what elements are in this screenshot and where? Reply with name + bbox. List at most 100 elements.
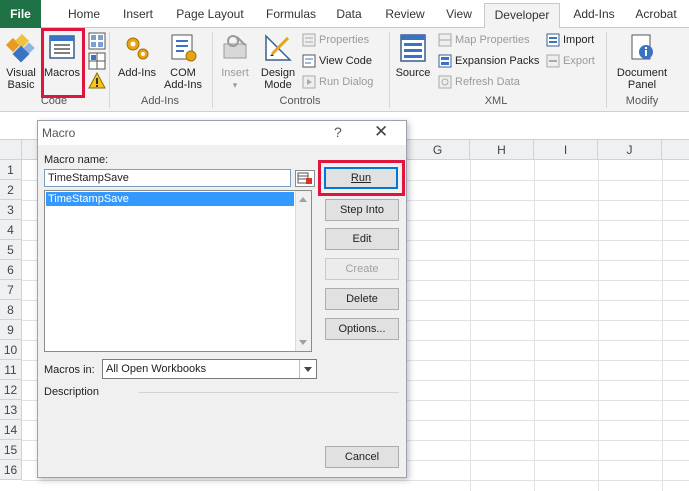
com-add-ins-label-2: Add-Ins <box>164 79 202 91</box>
row-header-12[interactable]: 12 <box>0 380 22 400</box>
row-header-16[interactable]: 16 <box>0 460 22 480</box>
macro-list-item[interactable]: TimeStampSave <box>46 192 294 206</box>
tab-view[interactable]: View <box>440 0 478 28</box>
help-icon[interactable]: ? <box>334 124 342 140</box>
scroll-down-icon[interactable] <box>299 340 307 345</box>
row-header-8[interactable]: 8 <box>0 300 22 320</box>
collapse-dialog-icon[interactable] <box>295 170 315 187</box>
map-properties-icon <box>438 33 452 47</box>
description-label: Description <box>44 386 100 398</box>
tab-acrobat[interactable]: Acrobat <box>628 0 684 28</box>
macro-name-input[interactable]: TimeStampSave <box>44 169 291 187</box>
row-header-14[interactable]: 14 <box>0 420 22 440</box>
options-button[interactable]: Options... <box>325 318 399 340</box>
tab-insert[interactable]: Insert <box>114 0 162 28</box>
cancel-button[interactable]: Cancel <box>325 446 399 468</box>
grid-line <box>534 160 535 491</box>
insert-control-button[interactable]: Insert ▾ <box>214 32 256 91</box>
macros-highlight <box>41 28 85 98</box>
gear-icon <box>126 37 149 60</box>
chevron-down-icon[interactable] <box>299 360 316 378</box>
dialog-title-bar[interactable]: Macro ? ✕ <box>38 121 406 145</box>
run-dialog-button[interactable]: Run Dialog <box>302 73 373 91</box>
column-header-g[interactable]: G <box>406 140 470 160</box>
tab-file[interactable]: File <box>0 0 41 28</box>
macro-dialog: Macro ? ✕ Macro name: TimeStampSave Time… <box>37 120 407 478</box>
tab-developer[interactable]: Developer <box>484 3 560 29</box>
refresh-data-button[interactable]: Refresh Data <box>438 73 520 91</box>
design-mode-label-1: Design <box>260 67 296 79</box>
row-header-13[interactable]: 13 <box>0 400 22 420</box>
row-header-15[interactable]: 15 <box>0 440 22 460</box>
com-add-ins-label-1: COM <box>170 67 196 79</box>
row-header-5[interactable]: 5 <box>0 240 22 260</box>
tab-home[interactable]: Home <box>60 0 108 28</box>
row-header-4[interactable]: 4 <box>0 220 22 240</box>
visual-basic-label-2: Basic <box>7 79 35 91</box>
select-all-corner[interactable] <box>0 140 22 160</box>
tab-page-layout[interactable]: Page Layout <box>170 0 250 28</box>
record-macro-icon[interactable] <box>88 32 106 50</box>
tab-review[interactable]: Review <box>380 0 430 28</box>
dialog-title: Macro <box>42 126 76 140</box>
tab-formulas[interactable]: Formulas <box>258 0 324 28</box>
com-add-ins-button[interactable]: COM Add-Ins <box>160 32 206 91</box>
com-add-ins-icon <box>171 34 197 62</box>
macros-in-label: Macros in: <box>44 364 95 376</box>
expansion-packs-button[interactable]: Expansion Packs <box>438 52 539 70</box>
visual-basic-button[interactable]: Visual Basic <box>2 32 40 91</box>
tab-data[interactable]: Data <box>330 0 368 28</box>
document-panel-button[interactable]: Document Panel <box>612 32 672 91</box>
row-header-10[interactable]: 10 <box>0 340 22 360</box>
scroll-up-icon[interactable] <box>299 197 307 202</box>
column-header-next <box>662 140 689 160</box>
view-code-icon <box>302 54 316 68</box>
add-ins-label: Add-Ins <box>118 67 156 79</box>
row-header-2[interactable]: 2 <box>0 180 22 200</box>
grid-line <box>598 160 599 491</box>
properties-icon <box>302 33 316 47</box>
map-properties-button[interactable]: Map Properties <box>438 31 530 49</box>
row-header-7[interactable]: 7 <box>0 280 22 300</box>
row-header-3[interactable]: 3 <box>0 200 22 220</box>
expansion-packs-label: Expansion Packs <box>455 55 540 67</box>
add-ins-button[interactable]: Add-Ins <box>114 32 160 79</box>
document-panel-icon <box>631 34 653 60</box>
run-highlight <box>318 160 405 196</box>
close-icon[interactable]: ✕ <box>374 122 388 142</box>
export-label: Export <box>563 55 595 67</box>
import-label: Import <box>563 34 595 46</box>
row-header-11[interactable]: 11 <box>0 360 22 380</box>
properties-button[interactable]: Properties <box>302 31 369 49</box>
row-header-1[interactable]: 1 <box>0 160 22 180</box>
relative-references-icon[interactable] <box>88 52 106 70</box>
run-dialog-icon <box>302 75 316 89</box>
tab-add-ins[interactable]: Add-Ins <box>566 0 622 28</box>
row-header-9[interactable]: 9 <box>0 320 22 340</box>
export-button[interactable]: Export <box>546 52 595 70</box>
macro-list-scrollbar[interactable] <box>295 191 311 351</box>
step-into-button[interactable]: Step Into <box>325 199 399 221</box>
group-modify-label: Modify <box>625 95 659 107</box>
xml-source-icon <box>400 34 426 62</box>
design-mode-label-2: Mode <box>264 79 292 91</box>
column-header-h[interactable]: H <box>470 140 534 160</box>
description-divider <box>139 392 399 393</box>
group-code-label: Code <box>40 95 68 107</box>
view-code-button[interactable]: View Code <box>302 52 372 70</box>
create-button[interactable]: Create <box>325 258 399 280</box>
macro-security-icon[interactable] <box>88 72 106 90</box>
import-icon <box>546 33 560 47</box>
macro-name-label: Macro name: <box>44 154 109 166</box>
design-mode-button[interactable]: Design Mode <box>256 32 300 91</box>
import-button[interactable]: Import <box>546 31 594 49</box>
column-header-j[interactable]: J <box>598 140 662 160</box>
delete-button[interactable]: Delete <box>325 288 399 310</box>
column-header-i[interactable]: I <box>534 140 598 160</box>
edit-button[interactable]: Edit <box>325 228 399 250</box>
macros-in-select[interactable]: All Open Workbooks <box>102 359 317 379</box>
source-button[interactable]: Source <box>392 32 434 79</box>
source-label: Source <box>395 67 431 79</box>
macro-list[interactable]: TimeStampSave <box>44 190 312 352</box>
row-header-6[interactable]: 6 <box>0 260 22 280</box>
